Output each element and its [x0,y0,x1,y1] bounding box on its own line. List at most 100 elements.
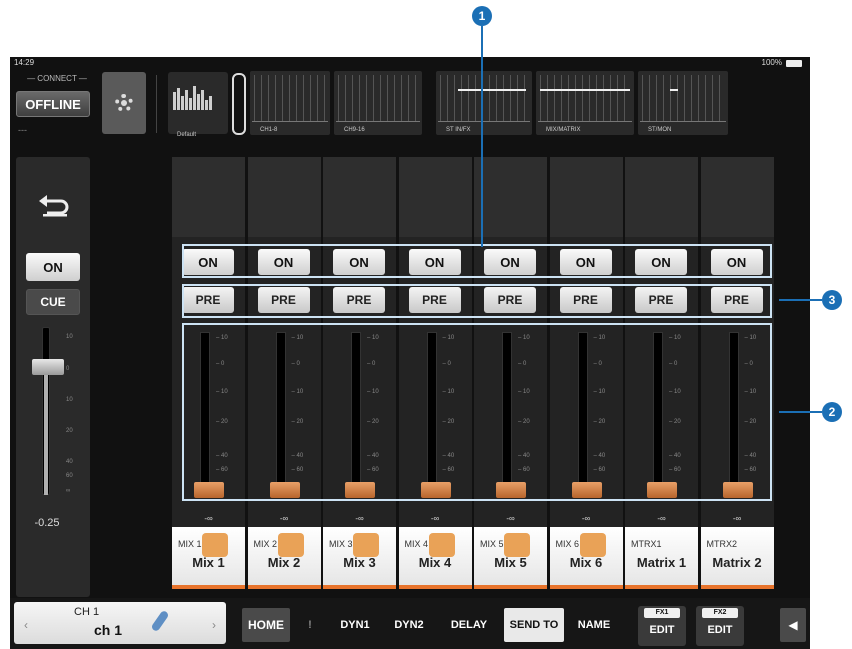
channel-top-area [700,157,774,237]
offline-button[interactable]: OFFLINE [16,91,90,117]
send-level-value: -∞ [430,514,440,523]
navigator-label: CH9-16 [344,127,365,133]
selected-channel-strip: ON CUE 10 0 10 20 40 60 ∞ -0.25 [16,157,90,597]
channel-name: ch 1 [94,622,123,638]
pre-row-highlight [182,284,772,318]
chevron-left-icon[interactable]: ‹ [24,618,28,632]
return-arrow-icon [39,195,69,217]
navigator-label: ST/MON [648,127,672,133]
scene-label: Default [177,132,197,138]
tab-dyn1[interactable]: DYN1 [330,608,380,642]
callout-3-line [779,299,822,301]
channel-select[interactable]: ‹ CH 1 ch 1 › [14,602,226,644]
bus-short-name: MTRX1 [631,539,662,549]
channel-top-area [549,157,623,237]
bus-short-name: MIX 2 [253,539,278,549]
bus-name-tile[interactable]: MIX 6 Mix 6 [549,527,623,589]
channel-top-area [323,157,396,237]
gear-icon [115,94,133,112]
navigator-stin-fx[interactable]: ST IN/FX [436,71,532,135]
navigator-selection [232,73,246,135]
navigator-label: ST IN/FX [446,127,471,133]
bus-name: Matrix 2 [712,555,762,570]
bus-color-badge [202,533,228,557]
tab-dyn2[interactable]: DYN2 [384,608,434,642]
channel-top-area [474,157,547,237]
channel-fader-level [44,367,48,495]
bus-short-name: MTRX2 [706,539,738,549]
manual-figure: 1 2 3 14:29 100% — CONNECT — OFFLINE ---… [0,0,852,649]
channel-fader-value: -0.25 [34,517,60,529]
fader-row-highlight [182,323,772,501]
tab-name[interactable]: NAME [568,608,620,642]
bus-short-name: MIX 1 [178,539,202,549]
fx2-edit-button[interactable]: EDIT [696,624,744,636]
navigator-ch9-16[interactable]: CH9-16 [334,71,422,135]
channel-top-area [398,157,472,237]
fx1-edit-button[interactable]: EDIT [638,624,686,636]
fx1-label: FX1 [644,608,680,618]
bus-name-tile[interactable]: MIX 4 Mix 4 [398,527,472,589]
bus-color-badge [579,533,606,557]
send-level-value: -∞ [279,514,289,523]
bus-name: Mix 3 [343,555,376,570]
channel-fader-knob[interactable] [32,359,64,375]
connect-status: --- [18,125,27,135]
bus-name-tile[interactable]: MIX 2 Mix 2 [247,527,321,589]
fader-scale-label: 60 [66,473,73,479]
fx1-block[interactable]: FX1 EDIT [638,606,686,646]
on-row-highlight [182,244,772,278]
fader-scale-label: 10 [66,397,73,403]
bus-name: Mix 1 [192,555,225,570]
tab-delay[interactable]: DELAY [438,608,500,642]
channel-number: CH 1 [74,606,100,618]
bus-color-badge [504,533,530,557]
bus-color-badge [428,533,455,557]
navigator-st-mon[interactable]: ST/MON [638,71,728,135]
scene-button[interactable]: Default [168,72,228,138]
fader-scale-label: ∞ [66,488,71,494]
channel-on-button[interactable]: ON [26,253,80,281]
scene-meter-icon [173,84,215,110]
bus-color-badge [277,533,304,557]
bus-name-tile[interactable]: MIX 1 Mix 1 [172,527,245,589]
navigator-label: MIX/MATRIX [546,127,581,133]
tab-partial[interactable]: ! [292,608,328,642]
setup-button[interactable] [102,72,146,134]
tab-home[interactable]: HOME [242,608,290,642]
callout-2-line [779,411,822,413]
bus-name: Mix 6 [569,555,603,570]
navigator-ch1-8[interactable]: CH1-8 [250,71,330,135]
navigator-mix-matrix[interactable]: MIX/MATRIX [536,71,634,135]
callout-1: 1 [472,6,492,26]
cue-button[interactable]: CUE [26,289,80,315]
fader-scale-label: 0 [66,366,70,372]
status-bar: 14:29 100% [10,57,810,69]
bus-name: Mix 4 [418,555,452,570]
expand-arrow-button[interactable]: ◀ [780,608,806,642]
divider [156,75,157,133]
callout-2: 2 [822,402,842,422]
send-level-value: -∞ [506,514,515,523]
fx2-label: FX2 [702,608,738,618]
chevron-right-icon[interactable]: › [212,618,216,632]
bus-name-tile[interactable]: MIX 3 Mix 3 [323,527,396,589]
bus-short-name: MIX 5 [480,539,504,549]
channel-top-area [247,157,321,237]
send-level-value: -∞ [355,514,364,523]
tab-send-to[interactable]: SEND TO [504,608,564,642]
callout-1-line [481,26,483,247]
send-level-value: -∞ [657,514,666,523]
bus-name-tile[interactable]: MIX 5 Mix 5 [474,527,547,589]
bus-short-name: MIX 6 [555,539,580,549]
back-button[interactable] [32,187,76,221]
bus-name: Mix 5 [494,555,527,570]
channel-top-area [172,157,245,237]
bus-short-name: MIX 3 [329,539,353,549]
bus-name-tile[interactable]: MTRX1 Matrix 1 [625,527,698,589]
connect-label: — CONNECT — [27,74,87,83]
callout-3: 3 [822,290,842,310]
fx2-block[interactable]: FX2 EDIT [696,606,744,646]
mixer-screen: 14:29 100% — CONNECT — OFFLINE --- Defau… [10,57,810,649]
bus-name-tile[interactable]: MTRX2 Matrix 2 [700,527,774,589]
